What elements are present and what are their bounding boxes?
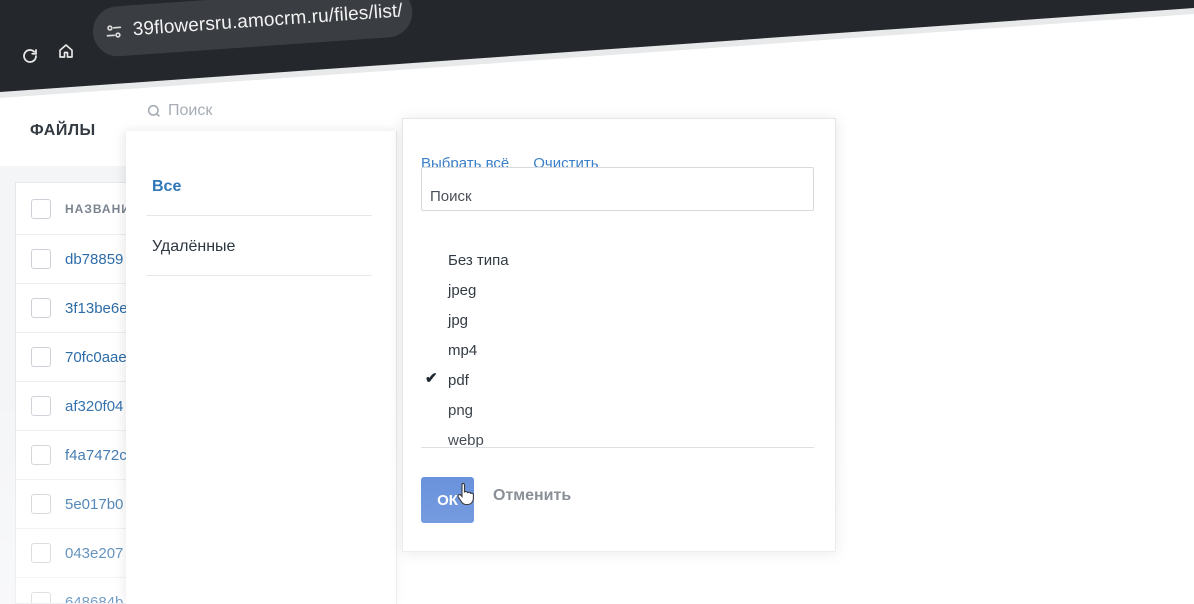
row-checkbox[interactable] (31, 494, 51, 514)
app-header: ФАЙЛЫ (0, 96, 125, 166)
reload-button[interactable] (17, 43, 43, 69)
reload-icon (23, 49, 37, 63)
file-name-link[interactable]: af320f04 (65, 398, 123, 415)
dropdown-divider (421, 447, 814, 448)
table-row: f4a7472c (16, 431, 126, 480)
file-name-link[interactable]: 043e207 (65, 545, 123, 562)
column-header-name[interactable]: НАЗВАНИ (65, 202, 126, 216)
search-input[interactable] (168, 102, 368, 120)
file-name-link[interactable]: 5e017b0 (65, 496, 123, 513)
type-option-jpg[interactable]: jpg (421, 305, 814, 335)
type-option-jpeg[interactable]: jpeg (421, 275, 814, 305)
type-option-webp[interactable]: webp (421, 425, 814, 455)
option-label: png (448, 401, 474, 419)
type-options-list: Без типа jpeg jpg mp4 ✔ pdf png webp (421, 245, 814, 455)
hand-cursor-icon (457, 482, 474, 506)
file-name-link[interactable]: 648684b (65, 594, 123, 604)
file-name-link[interactable]: 3f13be6e (65, 300, 126, 317)
file-table: НАЗВАНИ db78859 3f13be6e 70fc0aae af320f… (15, 182, 126, 604)
browser-toolbar: 39flowersru.amocrm.ru/files/list/ (0, 0, 1194, 92)
url-text[interactable]: 39flowersru.amocrm.ru/files/list/ (132, 0, 403, 41)
site-settings-icon[interactable] (104, 22, 123, 41)
option-label: mp4 (448, 341, 478, 359)
filter-item-all[interactable]: Все (146, 158, 372, 216)
row-checkbox[interactable] (31, 347, 51, 367)
table-row: 043e207 (16, 529, 126, 578)
row-checkbox[interactable] (31, 396, 51, 416)
type-option-png[interactable]: png (421, 395, 814, 425)
search-icon (147, 104, 160, 117)
table-row: 3f13be6e (16, 284, 126, 333)
table-row: 5e017b0 (16, 480, 126, 529)
checkmark-icon: ✔ (425, 370, 438, 387)
select-all-checkbox[interactable] (31, 198, 51, 219)
search-bar[interactable] (146, 98, 368, 124)
option-label: webp (448, 431, 484, 449)
cancel-button[interactable]: Отменить (493, 487, 571, 505)
table-header: НАЗВАНИ (16, 183, 126, 235)
table-row: 70fc0aae (16, 333, 126, 382)
filter-panel: Все Удалённые (126, 131, 397, 604)
home-icon (59, 44, 73, 58)
row-checkbox[interactable] (31, 592, 51, 603)
row-checkbox[interactable] (31, 445, 51, 465)
option-label: pdf (448, 371, 469, 389)
table-row: af320f04 (16, 382, 126, 431)
option-label: Без типа (448, 251, 509, 269)
table-row: 648684b (16, 578, 126, 604)
row-checkbox[interactable] (31, 543, 51, 563)
filter-item-deleted[interactable]: Удалённые (146, 218, 372, 276)
option-label: jpg (448, 311, 469, 329)
row-checkbox[interactable] (31, 298, 51, 318)
row-checkbox[interactable] (31, 249, 51, 269)
file-name-link[interactable]: f4a7472c (65, 447, 126, 464)
option-label: jpeg (448, 281, 477, 299)
home-button[interactable] (53, 38, 79, 64)
type-option-pdf[interactable]: ✔ pdf (421, 365, 814, 395)
file-name-link[interactable]: db78859 (65, 251, 123, 268)
page-title: ФАЙЛЫ (30, 122, 96, 139)
file-name-link[interactable]: 70fc0aae (65, 349, 126, 366)
type-search-input[interactable] (421, 167, 814, 211)
table-row: db78859 (16, 235, 126, 284)
type-option-mp4[interactable]: mp4 (421, 335, 814, 365)
type-option-none[interactable]: Без типа (421, 245, 814, 275)
address-bar[interactable]: 39flowersru.amocrm.ru/files/list/ (91, 0, 414, 58)
